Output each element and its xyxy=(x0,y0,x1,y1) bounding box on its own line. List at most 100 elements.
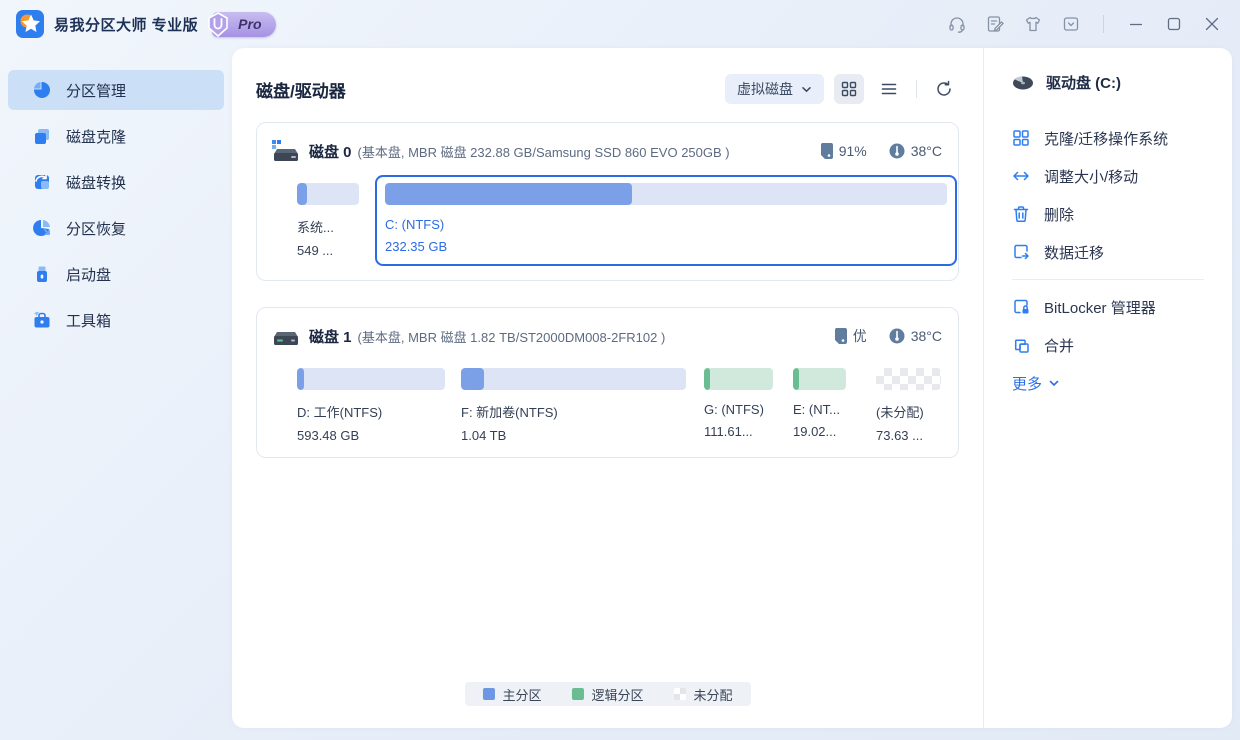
partition-bar xyxy=(461,368,686,390)
sidebar-item-partition-recovery[interactable]: 分区恢复 xyxy=(8,208,224,248)
content-surface: 磁盘/驱动器 虚拟磁盘 xyxy=(232,48,1232,728)
partition-e[interactable]: E: (NT... 19.02... xyxy=(793,368,846,439)
partition-g[interactable]: G: (NTFS) 111.61... xyxy=(704,368,773,439)
maximize-icon[interactable] xyxy=(1162,12,1186,36)
legend-primary: 主分区 xyxy=(482,685,541,704)
list-view-button[interactable] xyxy=(874,74,904,104)
legend-primary-swatch xyxy=(482,688,494,700)
toolbox-icon xyxy=(32,310,52,330)
sidebar-item-toolbox[interactable]: 工具箱 xyxy=(8,300,224,340)
partition-label: (未分配) xyxy=(876,402,941,421)
headset-support-icon[interactable] xyxy=(945,12,969,36)
sidebar-item-label: 分区管理 xyxy=(66,80,126,101)
disk0-stats: 91% 38°C xyxy=(820,143,942,159)
disk-convert-icon xyxy=(32,172,52,192)
disk-temperature-value: 38°C xyxy=(911,328,942,344)
minimize-icon[interactable] xyxy=(1124,12,1148,36)
partition-label: 系统... xyxy=(297,217,359,236)
legend-label: 未分配 xyxy=(694,685,733,704)
partition-d[interactable]: D: 工作(NTFS) 593.48 GB xyxy=(297,368,445,443)
action-clone-migrate-os[interactable]: 克隆/迁移操作系统 xyxy=(1012,119,1232,157)
sidebar-item-label: 磁盘克隆 xyxy=(66,126,126,147)
chevron-down-icon xyxy=(1048,377,1060,389)
titlebar-divider xyxy=(1103,15,1104,33)
refresh-icon xyxy=(935,80,953,98)
close-icon[interactable] xyxy=(1200,12,1224,36)
virtual-disk-dropdown-label: 虚拟磁盘 xyxy=(737,79,793,99)
page-title: 磁盘/驱动器 xyxy=(256,77,346,102)
partition-size: 111.61... xyxy=(704,424,773,439)
tshirt-theme-icon[interactable] xyxy=(1021,12,1045,36)
sidebar-item-partition-manage[interactable]: 分区管理 xyxy=(8,70,224,110)
panel-divider xyxy=(1012,279,1204,280)
disk-temperature: 38°C xyxy=(889,328,942,344)
action-label: BitLocker 管理器 xyxy=(1044,297,1156,318)
panel-header-label: 驱动盘 (C:) xyxy=(1046,72,1121,93)
action-delete[interactable]: 删除 xyxy=(1012,195,1232,233)
partition-c-selected[interactable]: C: (NTFS) 232.35 GB xyxy=(375,175,957,266)
pro-u-emblem-icon xyxy=(204,11,232,38)
disk-health-value: 优 xyxy=(853,326,867,346)
titlebar: 易我分区大师 专业版 Pro xyxy=(0,0,1240,48)
pro-badge-label: Pro xyxy=(238,16,261,32)
partition-label: E: (NT... xyxy=(793,402,846,417)
feedback-note-icon[interactable] xyxy=(983,12,1007,36)
sidebar: 分区管理 磁盘克隆 磁盘转换 分区恢复 启动盘 xyxy=(0,48,232,740)
legend-label: 主分区 xyxy=(502,685,541,704)
disk-details: (基本盘, MBR 磁盘 1.82 TB/ST2000DM008-2FR102 … xyxy=(358,327,666,346)
grid-view-button[interactable] xyxy=(834,74,864,104)
more-label: 更多 xyxy=(1012,373,1042,394)
disk1-partitions: D: 工作(NTFS) 593.48 GB F: 新加卷(NTFS) 1.04 … xyxy=(297,360,958,443)
virtual-disk-dropdown[interactable]: 虚拟磁盘 xyxy=(725,74,824,104)
disk-health: 优 xyxy=(834,326,867,346)
action-resize-move[interactable]: 调整大小/移动 xyxy=(1012,157,1232,195)
action-label: 数据迁移 xyxy=(1044,242,1104,263)
thermometer-icon xyxy=(889,328,905,344)
app-title: 易我分区大师 专业版 xyxy=(54,14,198,35)
more-actions-link[interactable]: 更多 xyxy=(1012,364,1232,402)
legend-logical-swatch xyxy=(571,688,583,700)
thermometer-icon xyxy=(889,143,905,159)
partition-size: 232.35 GB xyxy=(385,239,947,254)
partition-label: D: 工作(NTFS) xyxy=(297,402,445,421)
partition-size: 1.04 TB xyxy=(461,428,686,443)
disk-clone-icon xyxy=(32,126,52,146)
disk0-partitions: 系统... 549 ... C: (NTFS) 232.35 GB xyxy=(297,175,958,266)
list-view-icon xyxy=(880,80,898,98)
partition-bar xyxy=(297,183,359,205)
health-chip-icon xyxy=(820,143,833,159)
partition-bar xyxy=(876,368,941,390)
sidebar-item-boot-disk[interactable]: 启动盘 xyxy=(8,254,224,294)
main-header: 磁盘/驱动器 虚拟磁盘 xyxy=(232,48,983,122)
partition-label: F: 新加卷(NTFS) xyxy=(461,402,686,421)
partition-system[interactable]: 系统... 549 ... xyxy=(297,183,359,258)
partition-legend: 主分区 逻辑分区 未分配 xyxy=(464,682,750,706)
disk-name: 磁盘 0 xyxy=(309,141,352,162)
partition-bar xyxy=(297,368,445,390)
action-panel: 驱动盘 (C:) 克隆/迁移操作系统 调整大小/移动 xyxy=(983,48,1232,728)
disk1-stats: 优 38°C xyxy=(834,326,942,346)
action-data-migration[interactable]: 数据迁移 xyxy=(1012,233,1232,271)
sidebar-item-disk-convert[interactable]: 磁盘转换 xyxy=(8,162,224,202)
disk-health-value: 91% xyxy=(839,143,867,159)
panel-header: 驱动盘 (C:) xyxy=(1012,72,1232,93)
sidebar-item-label: 工具箱 xyxy=(66,310,111,331)
app-logo-icon xyxy=(16,10,44,38)
titlebar-actions xyxy=(945,12,1224,36)
partition-label: G: (NTFS) xyxy=(704,402,773,417)
partition-bar xyxy=(704,368,773,390)
refresh-button[interactable] xyxy=(929,74,959,104)
pro-badge[interactable]: Pro xyxy=(212,12,275,37)
disk-list-area: 磁盘/驱动器 虚拟磁盘 xyxy=(232,48,983,728)
action-merge[interactable]: 合并 xyxy=(1012,326,1232,364)
action-bitlocker-manager[interactable]: BitLocker 管理器 xyxy=(1012,288,1232,326)
disk-health: 91% xyxy=(820,143,867,159)
sidebar-item-disk-clone[interactable]: 磁盘克隆 xyxy=(8,116,224,156)
partition-unallocated[interactable]: (未分配) 73.63 ... xyxy=(876,368,941,443)
controls-divider xyxy=(916,80,917,98)
partition-manage-pie-icon xyxy=(32,80,52,100)
disk-name: 磁盘 1 xyxy=(309,326,352,347)
tray-menu-icon[interactable] xyxy=(1059,12,1083,36)
partition-f[interactable]: F: 新加卷(NTFS) 1.04 TB xyxy=(461,368,686,443)
partition-bar xyxy=(793,368,846,390)
